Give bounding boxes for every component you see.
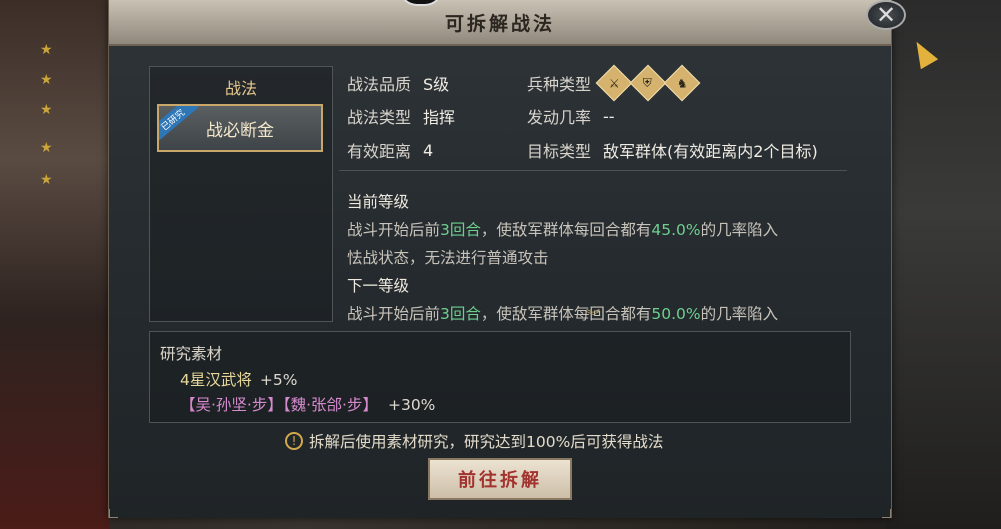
rate-label: 发动几率	[527, 108, 592, 127]
target-row: 目标类型 敌军群体(有效距离内2个目标)	[527, 137, 818, 163]
star-icon: ★	[40, 72, 53, 88]
divider	[339, 170, 847, 171]
target-label: 目标类型	[527, 142, 592, 161]
material-line-2: 【吴·孙坚·步】【魏·张郃·步】 +30%	[180, 393, 435, 415]
next-level-heading: 下一等级	[347, 277, 410, 295]
horse-icon: ♞	[663, 64, 701, 102]
go-decompose-button[interactable]: 前往拆解	[428, 458, 572, 500]
unit-type-row: 兵种类型 ⚔ ⛨ ♞	[527, 64, 701, 102]
range-row: 有效距离 4	[347, 137, 433, 163]
title-ornament	[399, 0, 443, 6]
background-left: ★ ★ ★ ★ ★	[0, 0, 110, 529]
type-value: 指挥	[423, 108, 456, 127]
background-right	[886, 0, 1001, 529]
material-bonus: +30%	[387, 396, 436, 414]
star-icon: ★	[40, 140, 53, 156]
star-icon: ★	[40, 42, 53, 58]
exclamation-icon: !	[285, 432, 303, 450]
current-level-text: 战斗开始后前3回合，使敌军群体每回合都有45.0%的几率陷入	[347, 221, 779, 239]
tactic-list-panel: 战法 已研究 战必断金	[149, 66, 333, 322]
dialog-titlebar: 可拆解战法	[109, 0, 891, 46]
cavalry-icon: ⚔	[595, 64, 633, 102]
range-label: 有效距离	[347, 142, 412, 161]
tactic-description: 当前等级 战斗开始后前3回合，使敌军群体每回合都有45.0%的几率陷入 怯战状态…	[347, 188, 857, 328]
unit-type-label: 兵种类型	[527, 75, 592, 94]
star-icon: ★	[40, 102, 53, 118]
next-level-text: 战斗开始后前3回合，使敌军群体每回合都有50.0%的几率陷入	[347, 305, 779, 323]
material-bonus: +5%	[259, 371, 298, 389]
unit-type-icons: ⚔ ⛨ ♞	[595, 64, 701, 102]
chevron-down-icon[interactable]: ︾	[586, 306, 600, 326]
type-row: 战法类型 指挥	[347, 103, 455, 129]
star-icon: ★	[40, 172, 53, 188]
quality-label: 战法品质	[347, 75, 412, 94]
tactic-list-header: 战法	[224, 79, 257, 98]
close-icon[interactable]: ✕	[866, 0, 906, 30]
type-label: 战法类型	[347, 108, 412, 127]
target-value: 敌军群体(有效距离内2个目标)	[603, 142, 818, 161]
current-level-heading: 当前等级	[347, 193, 410, 211]
material-item: 【吴·孙坚·步】	[180, 396, 283, 414]
shield-icon: ⛨	[629, 64, 667, 102]
range-value: 4	[423, 140, 434, 160]
tactic-card-selected[interactable]: 已研究 战必断金	[157, 104, 323, 152]
hint-note: ! 拆解后使用素材研究，研究达到100%后可获得战法	[285, 430, 663, 452]
dialog-title: 可拆解战法	[444, 13, 555, 35]
tactic-dialog: 可拆解战法 战法 已研究 战必断金 战法品质 S级 兵种类型 ⚔ ⛨ ♞ 战法类…	[108, 0, 892, 518]
current-level-text-2: 怯战状态，无法进行普通攻击	[347, 249, 549, 267]
researched-badge: 已研究	[159, 106, 199, 143]
hint-text: 拆解后使用素材研究，研究达到100%后可获得战法	[309, 433, 664, 451]
corner-ornament	[109, 509, 118, 518]
quality-value: S级	[423, 75, 450, 94]
quality-row: 战法品质 S级	[347, 70, 449, 96]
research-material-panel: 研究素材 4星汉武将 +5% 【吴·孙坚·步】【魏·张郃·步】 +30%	[149, 331, 851, 423]
material-title: 研究素材	[160, 345, 223, 363]
rate-row: 发动几率 --	[527, 103, 615, 129]
tactic-name: 战必断金	[206, 120, 274, 141]
material-item: 4星汉武将	[180, 371, 252, 389]
corner-ornament	[882, 509, 891, 518]
material-item: 【魏·张郃·步】	[282, 396, 378, 414]
rate-value: --	[603, 106, 615, 126]
material-line-1: 4星汉武将 +5%	[180, 368, 297, 390]
